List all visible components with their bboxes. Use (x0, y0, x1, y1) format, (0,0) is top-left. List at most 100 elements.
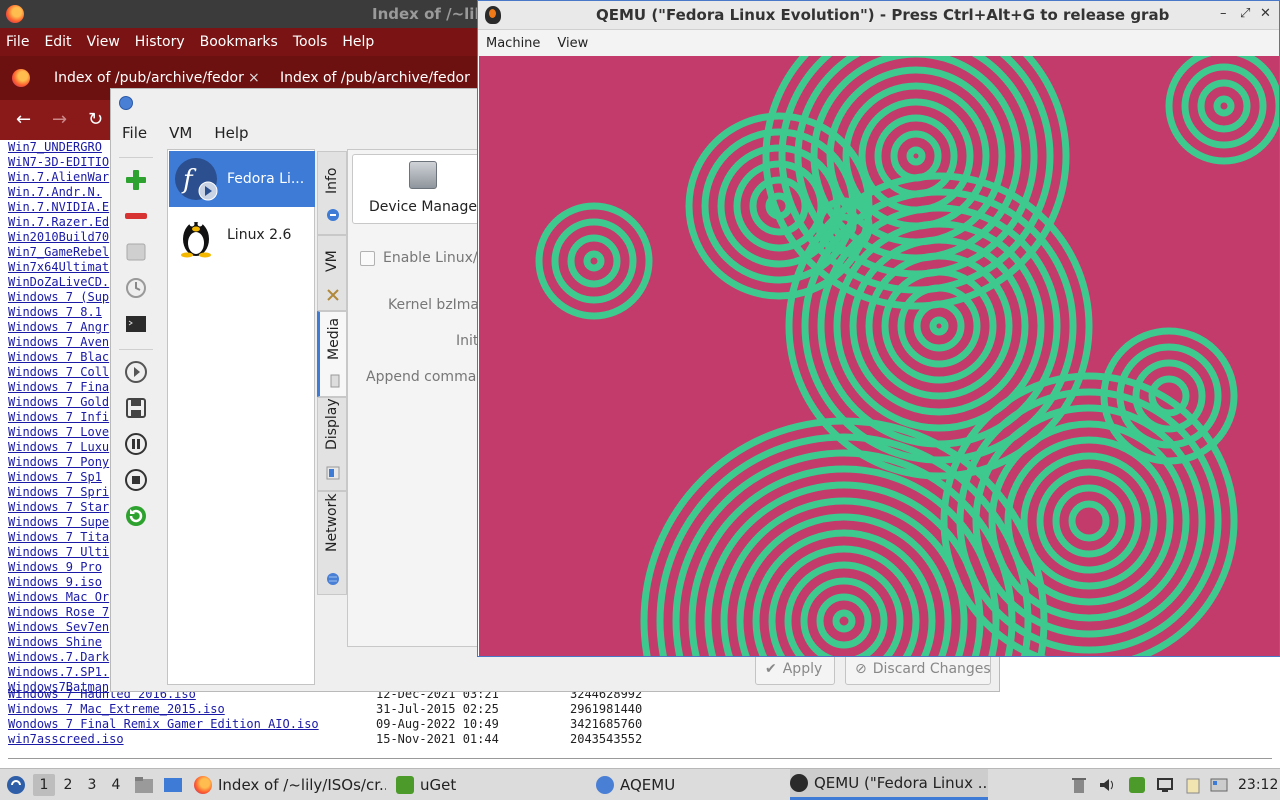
clipboard-icon[interactable] (1184, 776, 1202, 794)
file-link[interactable]: Windows 7 Love (8, 425, 109, 440)
start-menu-icon[interactable] (6, 769, 26, 800)
list-item[interactable]: Linux 2.6 (169, 207, 315, 263)
file-link[interactable]: Windows 7 8.1 (8, 305, 109, 320)
menu-edit[interactable]: Edit (44, 34, 71, 50)
file-link[interactable]: Windows 7 Gold (8, 395, 109, 410)
file-link[interactable]: Windows 7 Luxu (8, 440, 109, 455)
apply-button[interactable]: ✔ Apply (755, 653, 835, 685)
menu-bookmarks[interactable]: Bookmarks (200, 34, 278, 50)
file-link[interactable]: win7asscreed.iso (8, 732, 124, 746)
file-link[interactable]: Wondows 7 Final Remix Gamer Edition AIO.… (8, 717, 319, 731)
discard-changes-button[interactable]: ⊘ Discard Changes (845, 653, 991, 685)
delete-vm-icon[interactable] (123, 203, 149, 229)
file-link[interactable]: Windows 7 Ulti (8, 545, 109, 560)
reset-icon[interactable] (123, 503, 149, 529)
file-link[interactable]: Windows 7 Spri (8, 485, 109, 500)
volume-icon[interactable] (1098, 776, 1116, 794)
file-link[interactable]: Win.7.Razer.Ed (8, 215, 109, 230)
vm-display[interactable] (479, 56, 1279, 656)
file-link[interactable]: Windows 7 Mac_Extreme_2015.iso (8, 702, 225, 716)
file-link[interactable]: Windows.7.SP1. (8, 665, 109, 680)
updates-icon[interactable] (1210, 776, 1228, 794)
qemu-menu-machine[interactable]: Machine (486, 36, 540, 51)
uget-tray-icon[interactable] (1128, 776, 1146, 794)
minimize-icon[interactable]: – (1220, 6, 1227, 21)
vm-settings-icon[interactable] (123, 239, 149, 265)
menu-help[interactable]: Help (342, 34, 374, 50)
file-link[interactable]: Win2010Build70 (8, 230, 109, 245)
file-link[interactable]: WinDoZaLiveCD. (8, 275, 109, 290)
tab-vm[interactable]: VM (317, 235, 347, 311)
file-link[interactable]: Win.7.AlienWar (8, 170, 109, 185)
aqemu-menu-help[interactable]: Help (214, 124, 248, 142)
file-link[interactable]: Windows 7 Blac (8, 350, 109, 365)
task-aqemu[interactable]: AQEMU (596, 769, 756, 800)
trash-icon[interactable] (1070, 776, 1088, 794)
device-manager-button[interactable]: Device Manager (352, 154, 483, 224)
file-link[interactable]: Windows 7 Fina (8, 380, 109, 395)
qemu-menu-view[interactable]: View (557, 36, 588, 51)
file-link[interactable]: Windows 7 Sp1 (8, 470, 109, 485)
firefox-view-icon[interactable] (12, 69, 30, 87)
file-manager-icon[interactable] (134, 769, 154, 800)
enable-linux-boot-checkbox[interactable]: Enable Linux/I (360, 250, 482, 266)
network-icon[interactable] (1156, 776, 1174, 794)
file-link[interactable]: Windows 7 Coll (8, 365, 109, 380)
tab-display[interactable]: Display (317, 397, 347, 491)
file-link[interactable]: Windows 7 Supe (8, 515, 109, 530)
save-icon[interactable] (123, 395, 149, 421)
workspace-3[interactable]: 3 (81, 774, 103, 796)
file-link[interactable]: Windows 9.iso (8, 575, 109, 590)
file-link[interactable]: Windows 7 Infi (8, 410, 109, 425)
file-link[interactable]: Win.7.NVIDIA.E (8, 200, 109, 215)
menu-tools[interactable]: Tools (293, 34, 328, 50)
menu-file[interactable]: File (6, 34, 29, 50)
reload-icon[interactable]: ↻ (88, 109, 103, 130)
file-link[interactable]: Windows 9 Pro (8, 560, 109, 575)
file-link[interactable]: WiN7-3D-EDITIO (8, 155, 109, 170)
file-link[interactable]: Windows 7 Tita (8, 530, 109, 545)
pause-icon[interactable] (123, 431, 149, 457)
file-link[interactable]: Windows 7 Pony (8, 455, 109, 470)
back-icon[interactable]: ← (16, 109, 31, 130)
maximize-icon[interactable]: ⤢ (1240, 6, 1250, 21)
add-vm-icon[interactable] (123, 167, 149, 193)
aqemu-menu-vm[interactable]: VM (169, 124, 192, 142)
task-firefox[interactable]: Index of /~lily/ISOs/cr... (194, 769, 386, 800)
file-link[interactable]: Win7_GameRebel (8, 245, 109, 260)
forward-icon[interactable]: → (52, 109, 67, 130)
list-item[interactable]: f Fedora Li... (169, 151, 315, 207)
task-qemu[interactable]: QEMU ("Fedora Linux ... (790, 769, 988, 800)
close-icon[interactable]: ✕ (1260, 6, 1271, 21)
file-link[interactable]: Windows 7 Aven (8, 335, 109, 350)
play-icon[interactable] (123, 359, 149, 385)
menu-view[interactable]: View (87, 34, 120, 50)
checkbox-box[interactable] (360, 250, 375, 266)
file-link[interactable]: Windows Sev7en (8, 620, 109, 635)
snapshot-clock-icon[interactable] (123, 275, 149, 301)
qemu-icon (485, 6, 501, 24)
file-link[interactable]: Windows 7 Star (8, 500, 109, 515)
file-link[interactable]: Windows 7 (Sup (8, 290, 109, 305)
aqemu-menu-file[interactable]: File (122, 124, 147, 142)
tab-media[interactable]: Media (317, 311, 347, 397)
tab-info[interactable]: Info (317, 151, 347, 235)
task-uget[interactable]: uGet (396, 769, 556, 800)
file-link[interactable]: Windows Shine (8, 635, 109, 650)
show-desktop-icon[interactable] (163, 769, 183, 800)
menu-history[interactable]: History (135, 34, 185, 50)
file-link[interactable]: Windows 7 Angr (8, 320, 109, 335)
file-link[interactable]: Windows Mac Or (8, 590, 109, 605)
file-link[interactable]: Windows Rose 7 (8, 605, 109, 620)
file-link[interactable]: Win7_UNDERGRO (8, 140, 109, 155)
stop-icon[interactable] (123, 467, 149, 493)
tab-close-icon[interactable]: × (248, 70, 260, 86)
terminal-icon[interactable] (123, 311, 149, 337)
file-link[interactable]: Win7x64Ultimat (8, 260, 109, 275)
file-link[interactable]: Windows.7.Dark (8, 650, 109, 665)
workspace-1[interactable]: 1 (33, 774, 55, 796)
tab-network[interactable]: Network (317, 491, 347, 595)
workspace-4[interactable]: 4 (105, 774, 127, 796)
workspace-2[interactable]: 2 (57, 774, 79, 796)
file-link[interactable]: Win.7.Andr.N. (8, 185, 109, 200)
